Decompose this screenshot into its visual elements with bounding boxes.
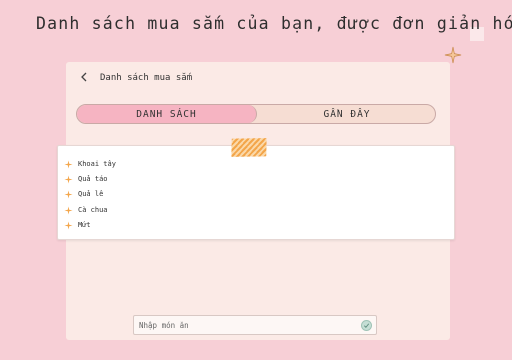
list-item[interactable]: Cà chua bbox=[58, 203, 108, 217]
back-button[interactable] bbox=[80, 72, 88, 85]
page-headline: Danh sách mua sắm của bạn, được đơn giản… bbox=[36, 14, 512, 33]
tab-list[interactable]: DANH SÁCH bbox=[77, 105, 257, 123]
sparkle-bullet-icon bbox=[64, 189, 73, 199]
tab-recent[interactable]: GẦN ĐÂY bbox=[257, 105, 435, 123]
sparkle-bullet-icon bbox=[64, 174, 73, 184]
chevron-left-icon bbox=[81, 72, 87, 82]
list-item-label: Quả lê bbox=[78, 190, 104, 198]
tab-bar: DANH SÁCH GẦN ĐÂY bbox=[76, 104, 436, 124]
sparkle-bullet-icon bbox=[64, 159, 73, 169]
check-icon bbox=[363, 323, 370, 328]
sparkle-bullet-icon bbox=[64, 220, 73, 230]
washi-tape-decoration bbox=[231, 137, 268, 157]
list-item[interactable]: Quả táo bbox=[58, 172, 108, 186]
submit-button[interactable] bbox=[361, 320, 372, 331]
add-item-field bbox=[133, 315, 377, 335]
item-input[interactable] bbox=[134, 316, 358, 334]
sparkle-bullet-icon bbox=[64, 205, 73, 215]
list-item-label: Mứt bbox=[78, 221, 91, 229]
screen-title: Danh sách mua sắm bbox=[100, 73, 193, 83]
list-item-label: Khoai tây bbox=[78, 160, 116, 168]
list-item-label: Quả táo bbox=[78, 175, 108, 183]
shopping-list: Khoai tây Quả táo Quả lê Cà chua Mứt bbox=[57, 145, 455, 240]
list-item[interactable]: Mứt bbox=[58, 218, 91, 232]
list-item[interactable]: Khoai tây bbox=[58, 157, 116, 171]
list-item-label: Cà chua bbox=[78, 206, 108, 214]
list-item[interactable]: Quả lê bbox=[58, 187, 103, 201]
